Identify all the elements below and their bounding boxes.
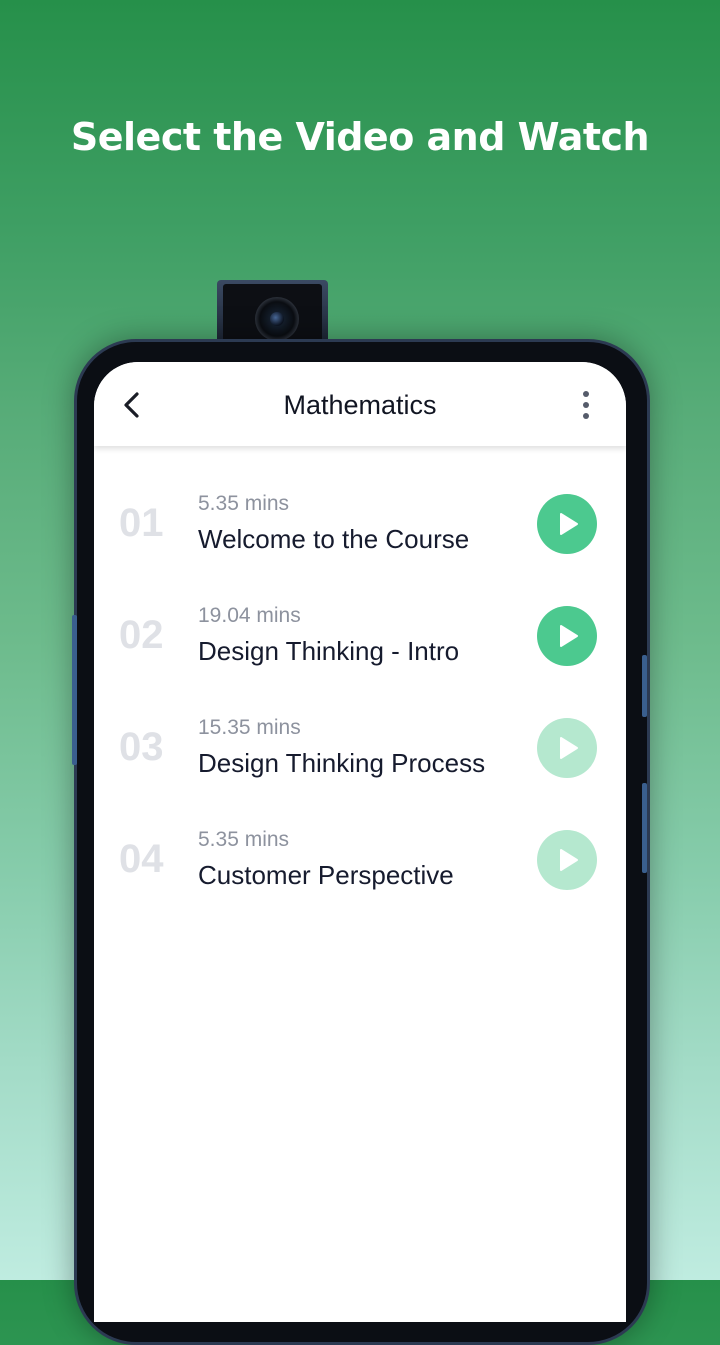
- play-button[interactable]: [537, 606, 597, 666]
- popup-camera: [217, 280, 328, 344]
- more-options-button[interactable]: [574, 388, 598, 422]
- video-duration: 19.04 mins: [198, 604, 301, 627]
- play-icon: [560, 737, 578, 759]
- video-title: Design Thinking Process: [198, 748, 486, 778]
- video-duration: 5.35 mins: [198, 492, 290, 515]
- play-icon: [560, 625, 578, 647]
- page-title: Mathematics: [283, 390, 437, 420]
- video-list-item[interactable]: 01 5.35 mins Welcome to the Course: [94, 446, 626, 558]
- video-list-item[interactable]: 02 19.04 mins Design Thinking - Intro: [94, 558, 626, 670]
- phone-side-button-left: [72, 615, 77, 765]
- video-list-item[interactable]: 03 15.35 mins Design Thinking Process: [94, 670, 626, 782]
- phone-power-button: [642, 783, 647, 873]
- video-number: 02: [119, 613, 164, 657]
- video-title: Customer Perspective: [198, 860, 454, 890]
- app-bar: Mathematics: [94, 362, 626, 446]
- video-list-item[interactable]: 04 5.35 mins Customer Perspective: [94, 782, 626, 894]
- promo-headline: Select the Video and Watch: [70, 115, 650, 159]
- play-button[interactable]: [537, 494, 597, 554]
- phone-screen: Mathematics 01 5.35 mins Welcome to the …: [94, 362, 626, 1322]
- play-button[interactable]: [537, 830, 597, 890]
- camera-lens-icon: [255, 297, 299, 341]
- video-number: 04: [119, 837, 164, 881]
- play-icon: [560, 849, 578, 871]
- video-duration: 15.35 mins: [198, 716, 301, 739]
- video-number: 03: [119, 725, 164, 769]
- play-icon: [560, 513, 578, 535]
- video-title: Design Thinking - Intro: [198, 636, 460, 666]
- video-title: Welcome to the Course: [198, 524, 470, 554]
- video-number: 01: [119, 501, 164, 545]
- phone-volume-button: [642, 655, 647, 717]
- video-duration: 5.35 mins: [198, 828, 290, 851]
- play-button[interactable]: [537, 718, 597, 778]
